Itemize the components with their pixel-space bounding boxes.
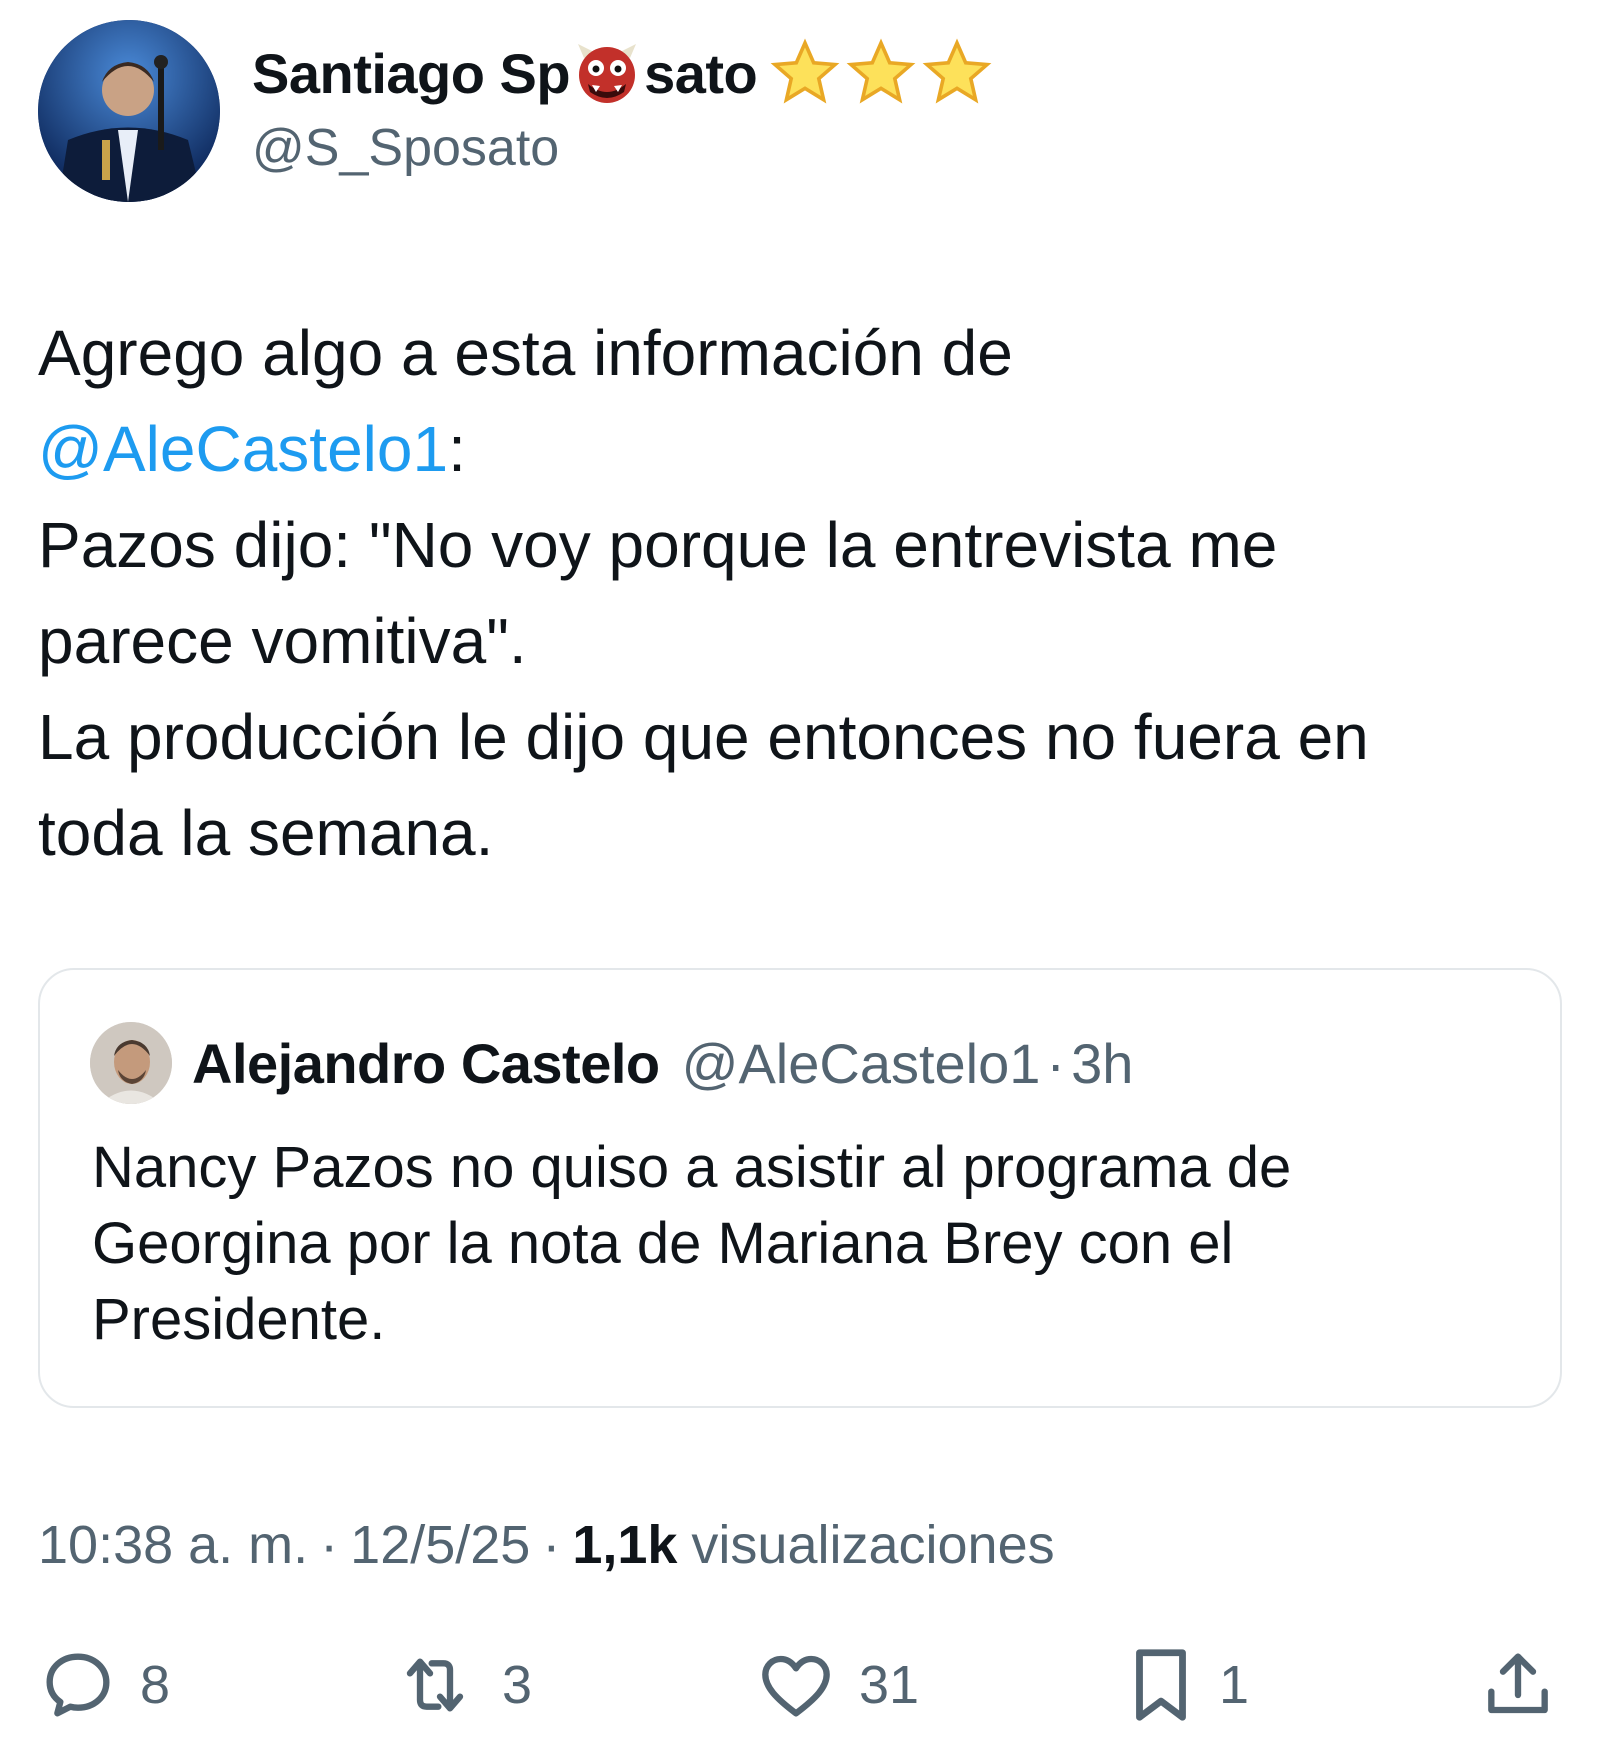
author-avatar[interactable] <box>38 20 220 202</box>
avatar-photo <box>90 1022 172 1104</box>
like-count: 31 <box>859 1655 920 1715</box>
views-count: 1,1k <box>572 1515 678 1575</box>
quoted-line: Georgina por la nota de Mariana Brey con… <box>92 1211 1234 1276</box>
tweet-time[interactable]: 10:38 a. m. <box>38 1514 308 1576</box>
like-button[interactable]: 31 <box>755 1640 919 1730</box>
tweet-meta: 10:38 a. m. · 12/5/25 · 1,1k visualizaci… <box>38 1510 1055 1580</box>
author-name-part2: sato <box>644 41 758 105</box>
quoted-time[interactable]: 3h <box>1071 1031 1133 1096</box>
ogre-emoji-icon <box>574 40 640 106</box>
quoted-author-name[interactable]: Alejandro Castelo <box>192 1031 660 1096</box>
star-icon <box>922 38 992 104</box>
star-icon <box>770 38 840 104</box>
bookmark-count: 1 <box>1219 1655 1250 1715</box>
tweet-line: Agrego algo a esta información de <box>38 317 1013 389</box>
retweet-button[interactable]: 3 <box>390 1640 532 1730</box>
quoted-header: Alejandro Castelo @AleCastelo1 · 3h <box>192 1028 1133 1098</box>
tweet-line: La producción le dijo que entonces no fu… <box>38 701 1369 773</box>
separator-dot: · <box>320 1515 339 1575</box>
share-button[interactable] <box>1478 1640 1558 1730</box>
bookmark-button[interactable]: 1 <box>1125 1640 1249 1730</box>
mention-link[interactable]: @AleCastelo1 <box>38 413 448 485</box>
author-name[interactable]: Santiago Sp sato <box>252 38 993 108</box>
quoted-line: Nancy Pazos no quiso a asistir al progra… <box>92 1135 1292 1200</box>
quoted-text: Nancy Pazos no quiso a asistir al progra… <box>92 1130 1532 1358</box>
views-label: visualizaciones <box>691 1515 1055 1575</box>
author-handle[interactable]: @S_Sposato <box>252 118 559 178</box>
author-name-part1: Santiago Sp <box>252 41 571 105</box>
tweet-line: @AleCastelo1: <box>38 401 1558 497</box>
tweet-text: Agrego algo a esta información de @AleCa… <box>38 305 1558 881</box>
avatar-photo <box>38 20 220 202</box>
separator-dot: · <box>1046 1031 1066 1095</box>
quoted-tweet-card[interactable]: Alejandro Castelo @AleCastelo1 · 3h Nanc… <box>38 968 1562 1408</box>
retweet-count: 3 <box>502 1655 533 1715</box>
bookmark-icon <box>1136 1649 1186 1721</box>
heart-icon <box>762 1655 830 1717</box>
reply-button[interactable]: 8 <box>38 1640 170 1730</box>
quoted-author-avatar[interactable] <box>90 1022 172 1104</box>
quoted-line: Presidente. <box>92 1287 386 1352</box>
share-icon <box>1488 1653 1548 1714</box>
quoted-author-handle[interactable]: @AleCastelo1 <box>682 1031 1041 1096</box>
badge-stars <box>769 37 993 109</box>
tweet-date[interactable]: 12/5/25 <box>350 1514 530 1576</box>
separator-dot: · <box>542 1515 561 1575</box>
tweet-line: Pazos dijo: "No voy porque la entrevista… <box>38 509 1278 581</box>
retweet-icon <box>406 1658 464 1712</box>
tweet-line: parece vomitiva". <box>38 605 527 677</box>
star-icon <box>846 38 916 104</box>
action-bar: 8 3 31 1 <box>0 1640 1600 1730</box>
reply-icon <box>46 1653 110 1717</box>
reply-count: 8 <box>140 1655 171 1715</box>
tweet-line: toda la semana. <box>38 797 494 869</box>
mention-suffix: : <box>448 413 466 485</box>
